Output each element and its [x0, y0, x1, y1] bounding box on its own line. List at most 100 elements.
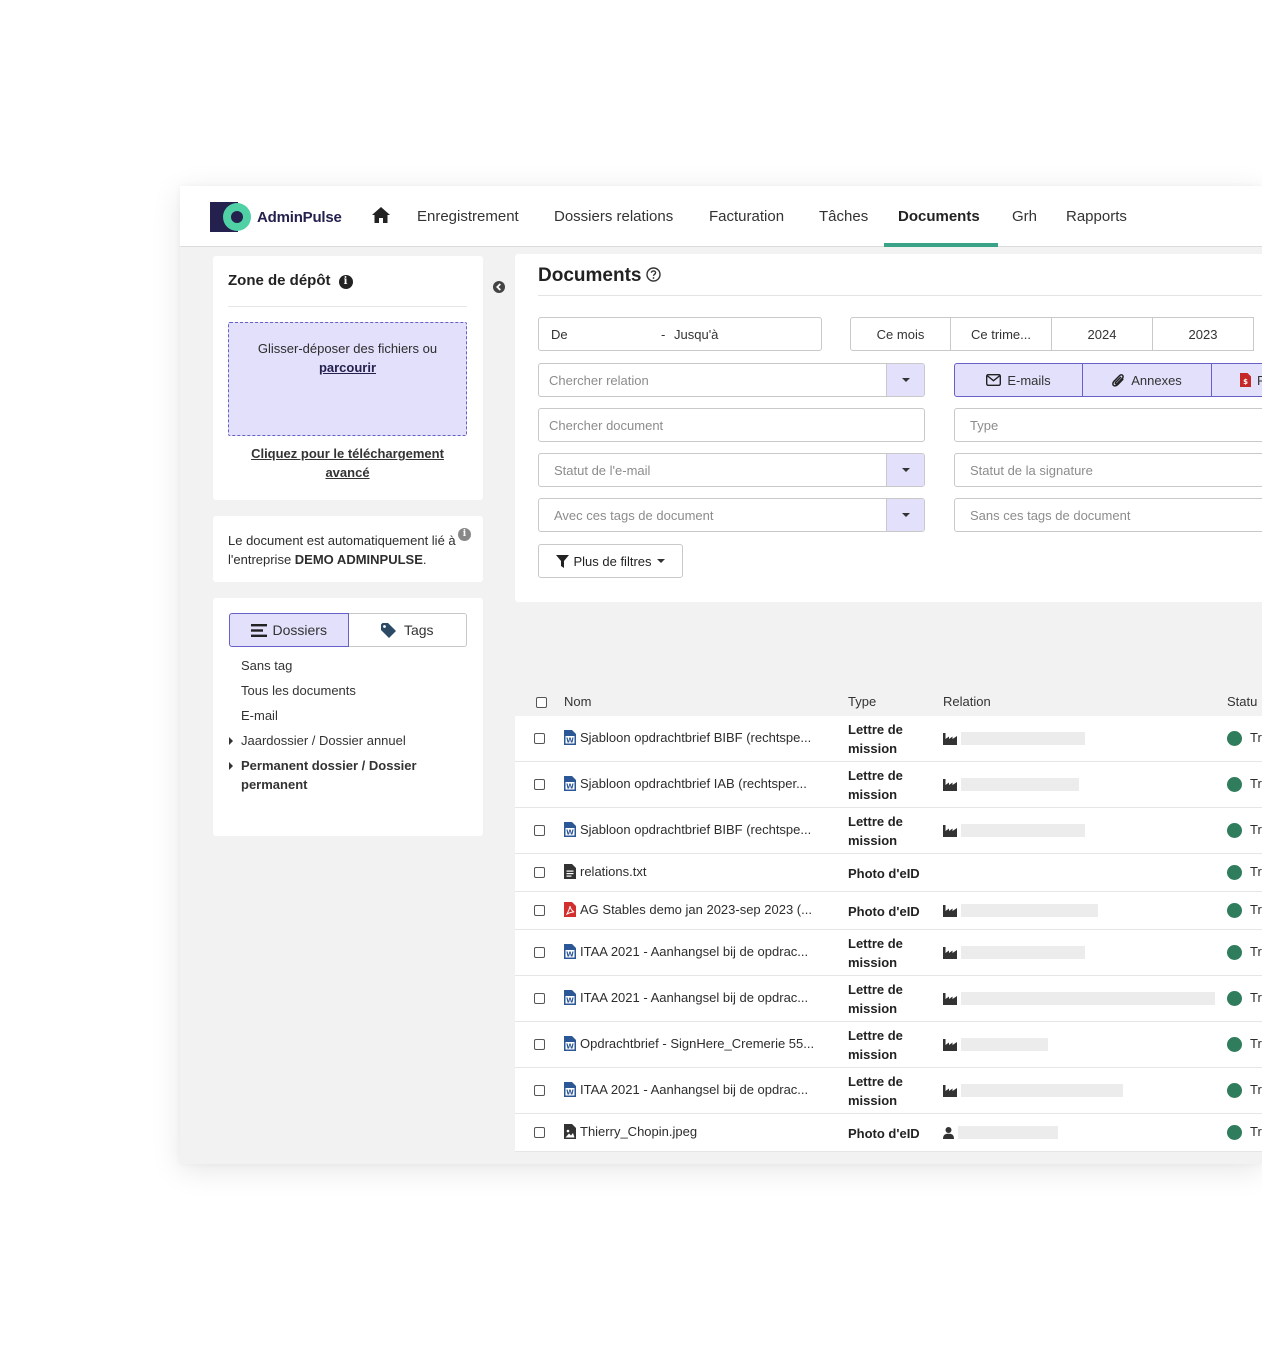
dropzone-hint: Glisser-déposer des fichiers ou: [257, 341, 438, 356]
type-select[interactable]: Type: [954, 408, 1262, 442]
table-row[interactable]: AG Stables demo jan 2023-sep 2023 (... Ph…: [515, 892, 1262, 930]
file-dropzone[interactable]: Glisser-déposer des fichiers ou parcouri…: [228, 322, 467, 436]
table-row[interactable]: relations.txt Photo d'eID Tr: [515, 854, 1262, 892]
document-name[interactable]: W Sjabloon opdrachtbrief BIBF (rechtspe..…: [564, 730, 834, 745]
date-range-input[interactable]: De - Jusqu'à: [538, 317, 822, 351]
row-checkbox[interactable]: [534, 733, 545, 744]
caret-right-icon[interactable]: [229, 762, 233, 770]
select-all-checkbox[interactable]: [536, 697, 547, 708]
row-checkbox[interactable]: [534, 1085, 545, 1096]
dropdown-toggle[interactable]: [886, 454, 924, 486]
word-icon: W: [564, 822, 576, 837]
nav-enregistrement[interactable]: Enregistrement: [417, 208, 519, 225]
more-filters-button[interactable]: Plus de filtres: [538, 544, 683, 578]
invoices-toggle-button[interactable]: $ F: [1212, 363, 1262, 397]
column-header-relation[interactable]: Relation: [943, 694, 991, 709]
nav-taches[interactable]: Tâches: [819, 208, 868, 225]
status-indicator: [1227, 731, 1242, 746]
row-checkbox[interactable]: [534, 779, 545, 790]
period-this-month-button[interactable]: Ce mois: [850, 317, 951, 351]
dropdown-toggle[interactable]: [886, 364, 924, 396]
search-relation-select[interactable]: Chercher relation: [538, 363, 925, 397]
period-2023-button[interactable]: 2023: [1153, 317, 1254, 351]
document-relation[interactable]: [943, 732, 1085, 745]
row-checkbox[interactable]: [534, 993, 545, 1004]
table-row[interactable]: W ITAA 2021 - Aanhangsel bij de opdrac...…: [515, 1068, 1262, 1114]
search-document-input[interactable]: Chercher document: [538, 408, 925, 442]
invoice-file-icon: $: [1240, 373, 1251, 387]
email-status-select[interactable]: Statut de l'e-mail: [538, 453, 925, 487]
signature-status-placeholder: Statut de la signature: [970, 462, 1093, 478]
collapse-sidebar-icon[interactable]: [493, 281, 505, 293]
dropdown-toggle[interactable]: [886, 499, 924, 531]
word-icon: W: [564, 990, 576, 1005]
table-row[interactable]: W Sjabloon opdrachtbrief BIBF (rechtspe..…: [515, 808, 1262, 854]
annexes-toggle-button[interactable]: Annexes: [1083, 363, 1212, 397]
row-checkbox[interactable]: [534, 1039, 545, 1050]
info-icon[interactable]: i: [338, 275, 353, 289]
table-row[interactable]: W Sjabloon opdrachtbrief BIBF (rechtspe..…: [515, 716, 1262, 762]
document-relation[interactable]: [943, 1126, 1058, 1139]
info-icon[interactable]: i: [458, 528, 471, 541]
app-window: AdminPulse Enregistrement Dossiers relat…: [180, 186, 1262, 1164]
tab-dossiers[interactable]: Dossiers: [229, 613, 349, 647]
with-tags-select[interactable]: Avec ces tags de document: [538, 498, 925, 532]
document-relation[interactable]: [943, 904, 1098, 917]
logo[interactable]: AdminPulse: [210, 202, 342, 232]
document-relation[interactable]: [943, 946, 1085, 959]
table-row[interactable]: W ITAA 2021 - Aanhangsel bij de opdrac...…: [515, 976, 1262, 1022]
folder-permanent-dossier[interactable]: Permanent dossier / Dossier permanent: [229, 756, 469, 794]
row-checkbox[interactable]: [534, 905, 545, 916]
period-this-quarter-button[interactable]: Ce trime...: [951, 317, 1052, 351]
nav-documents[interactable]: Documents: [898, 208, 980, 225]
row-checkbox[interactable]: [534, 867, 545, 878]
drop-zone-title: Zone de dépôt i: [228, 272, 353, 289]
document-relation[interactable]: [943, 1084, 1123, 1097]
document-name[interactable]: W Opdrachtbrief - SignHere_Cremerie 55...: [564, 1036, 834, 1051]
svg-text:W: W: [566, 829, 574, 837]
row-checkbox[interactable]: [534, 1127, 545, 1138]
document-name[interactable]: relations.txt: [564, 864, 834, 879]
home-icon[interactable]: [372, 207, 390, 223]
table-row[interactable]: W ITAA 2021 - Aanhangsel bij de opdrac...…: [515, 930, 1262, 976]
signature-status-select[interactable]: Statut de la signature: [954, 453, 1262, 487]
table-row[interactable]: W Opdrachtbrief - SignHere_Cremerie 55...…: [515, 1022, 1262, 1068]
folder-tous-les-documents[interactable]: Tous les documents: [229, 681, 469, 700]
row-checkbox[interactable]: [534, 825, 545, 836]
column-header-status[interactable]: Statu: [1227, 694, 1257, 709]
column-header-name[interactable]: Nom: [564, 694, 591, 709]
without-tags-select[interactable]: Sans ces tags de document: [954, 498, 1262, 532]
nav-facturation[interactable]: Facturation: [709, 208, 784, 225]
table-row[interactable]: Thierry_Chopin.jpeg Photo d'eID Tr: [515, 1114, 1262, 1152]
period-2024-button[interactable]: 2024: [1052, 317, 1153, 351]
document-name[interactable]: W ITAA 2021 - Aanhangsel bij de opdrac...: [564, 1082, 834, 1097]
table-row[interactable]: W Sjabloon opdrachtbrief IAB (rechtsper..…: [515, 762, 1262, 808]
nav-grh[interactable]: Grh: [1012, 208, 1037, 225]
tab-tags[interactable]: Tags: [348, 613, 467, 647]
column-header-type[interactable]: Type: [848, 694, 876, 709]
folder-sans-tag[interactable]: Sans tag: [229, 656, 469, 675]
document-name[interactable]: W ITAA 2021 - Aanhangsel bij de opdrac...: [564, 990, 834, 1005]
browse-link[interactable]: parcourir: [319, 360, 376, 375]
nav-rapports[interactable]: Rapports: [1066, 208, 1127, 225]
document-relation[interactable]: [943, 992, 1215, 1005]
emails-toggle-button[interactable]: E-mails: [954, 363, 1083, 397]
help-icon[interactable]: [646, 267, 662, 282]
document-status: Tr: [1250, 1082, 1262, 1097]
row-checkbox[interactable]: [534, 947, 545, 958]
folder-tag-switch: Dossiers Tags: [229, 613, 467, 647]
document-relation[interactable]: [943, 824, 1085, 837]
document-name[interactable]: AG Stables demo jan 2023-sep 2023 (...: [564, 902, 834, 917]
folder-jaardossier[interactable]: Jaardossier / Dossier annuel: [229, 731, 469, 750]
document-name[interactable]: W Sjabloon opdrachtbrief IAB (rechtsper..…: [564, 776, 834, 791]
document-relation[interactable]: [943, 1038, 1048, 1051]
document-name[interactable]: W ITAA 2021 - Aanhangsel bij de opdrac...: [564, 944, 834, 959]
industry-icon: [943, 1038, 957, 1051]
document-relation[interactable]: [943, 778, 1079, 791]
advanced-upload-link[interactable]: Cliquez pour le téléchargement avancé: [228, 444, 467, 482]
caret-right-icon[interactable]: [229, 737, 233, 745]
document-name[interactable]: W Sjabloon opdrachtbrief BIBF (rechtspe..…: [564, 822, 834, 837]
nav-dossiers-relations[interactable]: Dossiers relations: [554, 208, 673, 225]
folder-e-mail[interactable]: E-mail: [229, 706, 469, 725]
document-name[interactable]: Thierry_Chopin.jpeg: [564, 1124, 834, 1139]
